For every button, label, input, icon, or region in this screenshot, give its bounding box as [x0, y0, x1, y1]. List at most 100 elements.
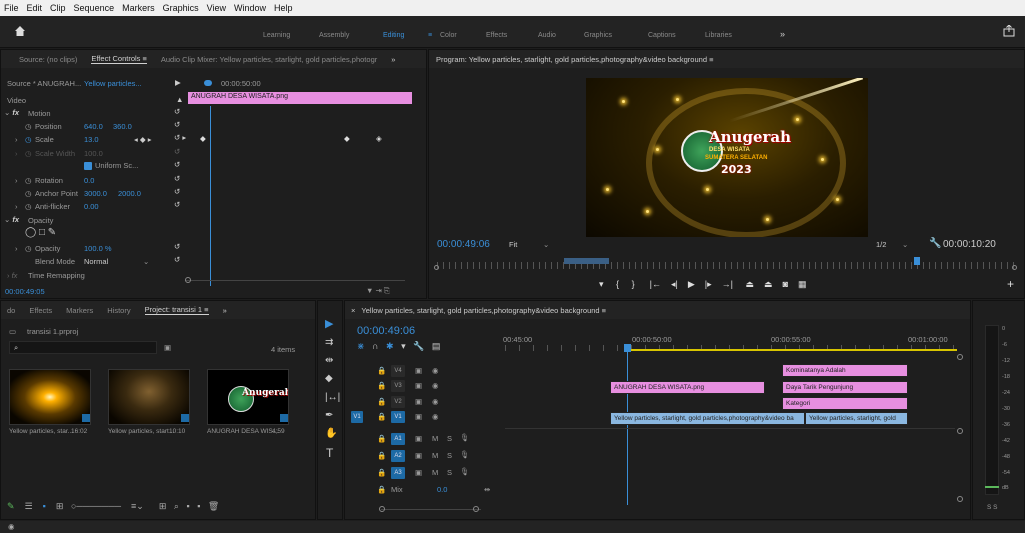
- pen-tool-icon[interactable]: ✒: [325, 410, 333, 421]
- program-playhead[interactable]: [914, 257, 920, 265]
- timeline-clip-v1b[interactable]: Yellow particles, starlight, gold: [805, 412, 908, 425]
- keyframe-icon[interactable]: ◈: [376, 134, 382, 143]
- play-only-icon[interactable]: ▶: [175, 78, 181, 87]
- scale-value[interactable]: 13.0: [84, 135, 99, 144]
- tab-audio-clip-mixer[interactable]: Audio Clip Mixer: Yellow particles, star…: [161, 55, 377, 64]
- toggle-output-icon[interactable]: ▣: [415, 397, 422, 406]
- menu-edit[interactable]: Edit: [27, 3, 43, 13]
- position-y-value[interactable]: 360.0: [113, 122, 132, 131]
- compare-view-icon[interactable]: ▦: [798, 279, 807, 289]
- tab-project[interactable]: Project: transisi 1 ≡: [144, 305, 209, 315]
- track-label[interactable]: V4: [391, 365, 405, 377]
- lock-icon[interactable]: 🔒: [377, 381, 386, 390]
- wrench-icon[interactable]: 🔧: [413, 341, 424, 351]
- project-search-input[interactable]: ⌕: [9, 341, 157, 354]
- position-stopwatch-icon[interactable]: ◷: [25, 122, 32, 131]
- program-title[interactable]: Program: Yellow particles, starlight, go…: [436, 55, 713, 64]
- menu-view[interactable]: View: [207, 3, 226, 13]
- go-to-out-icon[interactable]: →|: [722, 279, 733, 289]
- selection-tool-icon[interactable]: ▶: [325, 317, 333, 330]
- opacity-fx-icon[interactable]: ⌄ fx: [4, 215, 19, 224]
- lock-icon[interactable]: 🔒: [377, 366, 386, 375]
- go-to-in-icon[interactable]: |←: [650, 279, 661, 289]
- new-bin-icon[interactable]: ▪: [186, 501, 189, 511]
- icon-view-icon[interactable]: ▪: [43, 501, 46, 511]
- step-forward-icon[interactable]: |▸: [705, 279, 712, 289]
- toggle-output-icon[interactable]: ▣: [415, 434, 422, 443]
- playhead-marker[interactable]: [204, 80, 212, 86]
- toggle-output-icon[interactable]: ▣: [415, 451, 422, 460]
- zoom-select[interactable]: Fit: [509, 240, 517, 249]
- button-editor-icon[interactable]: +: [1007, 277, 1014, 291]
- opacity-value[interactable]: 100.0 %: [84, 244, 112, 253]
- motion-reset-icon[interactable]: ↺: [174, 107, 180, 116]
- timeline-clip-v3-anugrah[interactable]: ANUGRAH DESA WISATA.png: [610, 381, 765, 394]
- project-item-thumbnail[interactable]: [108, 369, 190, 425]
- scale-stopwatch-icon[interactable]: ◷: [25, 135, 32, 144]
- project-item-thumbnail[interactable]: Anugerah: [207, 369, 289, 425]
- menu-markers[interactable]: Markers: [122, 3, 155, 13]
- track-label[interactable]: V2: [391, 396, 405, 408]
- workspace-captions[interactable]: Captions: [648, 32, 676, 39]
- lock-icon[interactable]: 🔒: [377, 397, 386, 406]
- timeline-zoom-scrollbar[interactable]: [381, 509, 481, 510]
- mask-tools-icons[interactable]: ◯ □ ✎: [25, 227, 56, 238]
- timeline-timecode[interactable]: 00:00:49:06: [357, 325, 415, 337]
- workspace-libraries[interactable]: Libraries: [705, 32, 732, 39]
- resolution-select[interactable]: 1/2: [876, 240, 886, 249]
- mute-button[interactable]: M: [432, 434, 438, 443]
- panel-more-button[interactable]: »: [223, 306, 227, 315]
- eye-icon[interactable]: ◉: [432, 366, 439, 375]
- motion-fx-icon[interactable]: ⌄ fx: [4, 108, 19, 117]
- ec-clip-bar[interactable]: ANUGRAH DESA WISATA.png: [188, 92, 412, 104]
- menu-window[interactable]: Window: [234, 3, 266, 13]
- ec-zoom-scrollbar[interactable]: [185, 280, 405, 281]
- captions-icon[interactable]: ▤: [432, 341, 441, 351]
- tab-effects[interactable]: Effects: [29, 306, 52, 315]
- scroll-handle[interactable]: [379, 506, 385, 512]
- export-frame-icon[interactable]: ◙: [783, 279, 788, 289]
- program-video-frame[interactable]: Anugerah DESA WISATA SUMATERA SELATAN 20…: [586, 78, 868, 237]
- share-icon[interactable]: [1003, 24, 1015, 37]
- scroll-handle[interactable]: [185, 277, 191, 283]
- new-bin-icon[interactable]: ▣: [164, 343, 171, 352]
- project-item-thumbnail[interactable]: [9, 369, 91, 425]
- new-item-icon[interactable]: ▪: [197, 501, 200, 511]
- program-scrub-bar[interactable]: [437, 262, 1017, 269]
- close-icon[interactable]: ×: [351, 306, 355, 315]
- scroll-handle[interactable]: [957, 428, 963, 434]
- tab-history[interactable]: History: [107, 306, 130, 315]
- solo-buttons[interactable]: S S: [987, 504, 997, 511]
- scroll-handle[interactable]: [957, 496, 963, 502]
- zoom-slider[interactable]: ○───────: [71, 501, 121, 511]
- lock-icon[interactable]: 🔒: [377, 412, 386, 421]
- play-icon[interactable]: ▶: [688, 279, 695, 289]
- eye-icon[interactable]: ◉: [432, 381, 439, 390]
- mark-out-icon[interactable]: }: [632, 279, 635, 289]
- home-icon[interactable]: [14, 25, 26, 37]
- chevron-down-icon[interactable]: ⌄: [143, 257, 149, 266]
- type-tool-icon[interactable]: T: [326, 446, 333, 460]
- track-label[interactable]: A2: [391, 450, 405, 462]
- mark-in-icon[interactable]: {: [616, 279, 619, 289]
- mix-keyframe-icon[interactable]: ⇹: [484, 485, 490, 494]
- scroll-handle[interactable]: [957, 354, 963, 360]
- sort-icon[interactable]: ≡⌄: [131, 501, 144, 511]
- blend-mode-select[interactable]: Normal: [84, 257, 108, 266]
- keyframe-icon[interactable]: ◆: [344, 134, 350, 143]
- step-back-icon[interactable]: ◂|: [671, 279, 678, 289]
- lift-icon[interactable]: ⏏: [746, 279, 755, 289]
- menu-graphics[interactable]: Graphics: [163, 3, 199, 13]
- microphone-icon[interactable]: 🎙: [460, 433, 470, 442]
- workspace-color[interactable]: Color: [440, 32, 457, 39]
- timeline-title[interactable]: Yellow particles, starlight, gold partic…: [361, 306, 606, 315]
- clip-selector[interactable]: Yellow particles...: [84, 79, 142, 88]
- mute-button[interactable]: M: [432, 451, 438, 460]
- workspace-learning[interactable]: Learning: [263, 32, 290, 39]
- workspace-assembly[interactable]: Assembly: [319, 32, 349, 39]
- slip-tool-icon[interactable]: |↔|: [325, 392, 340, 403]
- tab-markers[interactable]: Markers: [66, 306, 93, 315]
- lock-icon[interactable]: 🔒: [377, 451, 386, 460]
- source-label[interactable]: Source * ANUGRAH...: [7, 79, 81, 88]
- chevron-down-icon[interactable]: ⌄: [902, 240, 908, 249]
